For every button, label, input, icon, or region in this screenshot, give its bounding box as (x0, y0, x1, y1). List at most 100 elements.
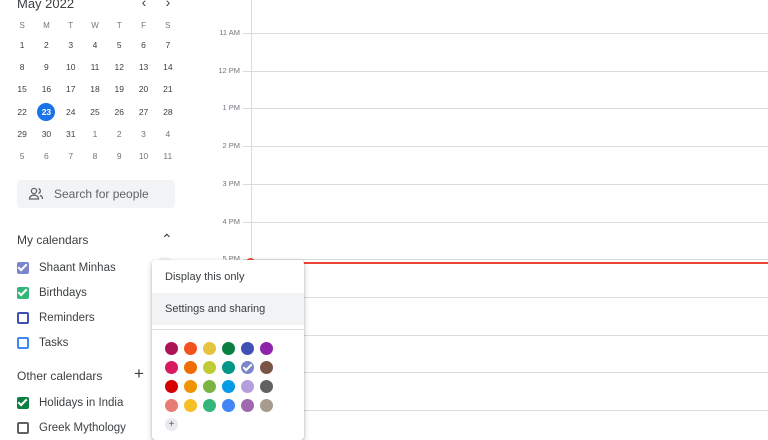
plus-icon[interactable]: + (134, 364, 144, 384)
mini-calendar-day[interactable]: 14 (156, 62, 180, 72)
color-swatch[interactable] (165, 342, 178, 355)
mini-calendar-day[interactable]: 24 (59, 107, 83, 117)
mini-calendar-day[interactable]: 31 (59, 129, 83, 139)
menu-divider (152, 329, 304, 330)
hour-label: 4 PM (222, 216, 240, 226)
mini-calendar-day[interactable]: 9 (107, 151, 131, 161)
color-swatch[interactable] (222, 361, 235, 374)
color-swatch[interactable] (260, 399, 273, 412)
mini-calendar-day[interactable]: 11 (156, 151, 180, 161)
calendar-item[interactable]: Holidays in India (17, 393, 123, 413)
mini-calendar-day[interactable]: 5 (107, 40, 131, 50)
weekday-label: M (43, 21, 50, 30)
calendar-label: Greek Mythology (39, 422, 126, 434)
mini-calendar-today[interactable]: 23 (34, 102, 58, 121)
color-swatch[interactable] (241, 380, 254, 393)
color-swatch[interactable] (184, 361, 197, 374)
hour-label: 2 PM (222, 141, 240, 151)
weekday-label: S (165, 21, 171, 30)
calendar-item[interactable]: Shaant Minhas (17, 258, 116, 278)
menu-item-settings-and-sharing[interactable]: Settings and sharing (152, 293, 304, 325)
mini-calendar-day[interactable]: 8 (83, 151, 107, 161)
mini-calendar-day[interactable]: 29 (10, 129, 34, 139)
chevron-up-icon[interactable]: ⌃ (161, 231, 173, 248)
color-swatch[interactable] (165, 399, 178, 412)
calendar-checkbox[interactable] (17, 262, 29, 274)
calendar-checkbox[interactable] (17, 312, 29, 324)
mini-calendar-day[interactable]: 7 (156, 40, 180, 50)
color-swatch[interactable] (203, 342, 216, 355)
mini-calendar-week: 15 16 17 18 19 20 21 (10, 78, 180, 100)
menu-item-display-this-only[interactable]: Display this only (152, 261, 304, 293)
mini-calendar-day[interactable]: 8 (10, 62, 34, 72)
search-people-box[interactable]: Search for people (17, 180, 175, 208)
color-swatch[interactable] (222, 380, 235, 393)
mini-calendar-day[interactable]: 30 (34, 129, 58, 139)
mini-calendar-day[interactable]: 22 (10, 107, 34, 117)
color-swatch[interactable] (222, 342, 235, 355)
calendar-checkbox[interactable] (17, 397, 29, 409)
mini-calendar-day[interactable]: 18 (83, 84, 107, 94)
calendar-checkbox[interactable] (17, 422, 29, 434)
mini-calendar-day[interactable]: 6 (131, 40, 155, 50)
mini-calendar-day[interactable]: 1 (83, 129, 107, 139)
mini-calendar-day[interactable]: 3 (131, 129, 155, 139)
mini-calendar-day[interactable]: 26 (107, 107, 131, 117)
hour-label: 12 PM (218, 65, 240, 75)
mini-calendar-day[interactable]: 12 (107, 62, 131, 72)
mini-calendar-day[interactable]: 16 (34, 84, 58, 94)
mini-calendar-day[interactable]: 25 (83, 107, 107, 117)
color-swatch[interactable] (184, 399, 197, 412)
weekday-label: T (68, 21, 74, 30)
mini-calendar-day[interactable]: 7 (59, 151, 83, 161)
mini-calendar-day[interactable]: 2 (34, 40, 58, 50)
mini-calendar-day[interactable]: 9 (34, 62, 58, 72)
mini-calendar-day[interactable]: 6 (34, 151, 58, 161)
color-swatch[interactable] (184, 342, 197, 355)
people-icon (28, 187, 44, 200)
mini-calendar-day[interactable]: 3 (59, 40, 83, 50)
color-swatch[interactable] (260, 380, 273, 393)
calendar-checkbox[interactable] (17, 337, 29, 349)
calendar-item[interactable]: Reminders (17, 308, 95, 328)
mini-calendar-day[interactable]: 13 (131, 62, 155, 72)
color-swatch[interactable] (184, 380, 197, 393)
mini-calendar-day[interactable]: 4 (83, 40, 107, 50)
color-swatch[interactable] (203, 361, 216, 374)
color-swatch[interactable] (203, 399, 216, 412)
chevron-right-icon[interactable]: › (160, 0, 176, 10)
mini-calendar-day[interactable]: 4 (156, 129, 180, 139)
calendar-item[interactable]: Tasks (17, 333, 68, 353)
mini-calendar-day[interactable]: 11 (83, 62, 107, 72)
mini-calendar-day[interactable]: 15 (10, 84, 34, 94)
add-custom-color-button[interactable]: + (165, 418, 178, 431)
mini-calendar-week: 5 6 7 8 9 10 11 (10, 145, 180, 167)
mini-calendar-day[interactable]: 27 (131, 107, 155, 117)
color-swatch[interactable] (165, 380, 178, 393)
calendar-checkbox[interactable] (17, 287, 29, 299)
mini-calendar-day[interactable]: 21 (156, 84, 180, 94)
color-swatch[interactable] (241, 399, 254, 412)
mini-calendar-day[interactable]: 10 (131, 151, 155, 161)
weekday-label: S (19, 21, 25, 30)
color-swatch[interactable] (260, 342, 273, 355)
color-swatch-grid: + (152, 336, 304, 431)
mini-calendar-day[interactable]: 5 (10, 151, 34, 161)
mini-calendar-day[interactable]: 2 (107, 129, 131, 139)
mini-calendar-day[interactable]: 10 (59, 62, 83, 72)
color-swatch[interactable] (203, 380, 216, 393)
calendar-item[interactable]: Birthdays (17, 283, 87, 303)
color-swatch[interactable] (165, 361, 178, 374)
mini-calendar-day[interactable]: 17 (59, 84, 83, 94)
mini-calendar-day[interactable]: 20 (131, 84, 155, 94)
mini-calendar-day[interactable]: 19 (107, 84, 131, 94)
mini-calendar-day[interactable]: 1 (10, 40, 34, 50)
calendar-item[interactable]: Greek Mythology (17, 418, 126, 438)
color-swatch[interactable] (241, 361, 254, 374)
mini-calendar-day[interactable]: 28 (156, 107, 180, 117)
chevron-left-icon[interactable]: ‹ (136, 0, 152, 10)
color-swatch[interactable] (222, 399, 235, 412)
color-swatch[interactable] (241, 342, 254, 355)
mini-calendar-month-label: May 2022 (17, 0, 75, 11)
color-swatch[interactable] (260, 361, 273, 374)
